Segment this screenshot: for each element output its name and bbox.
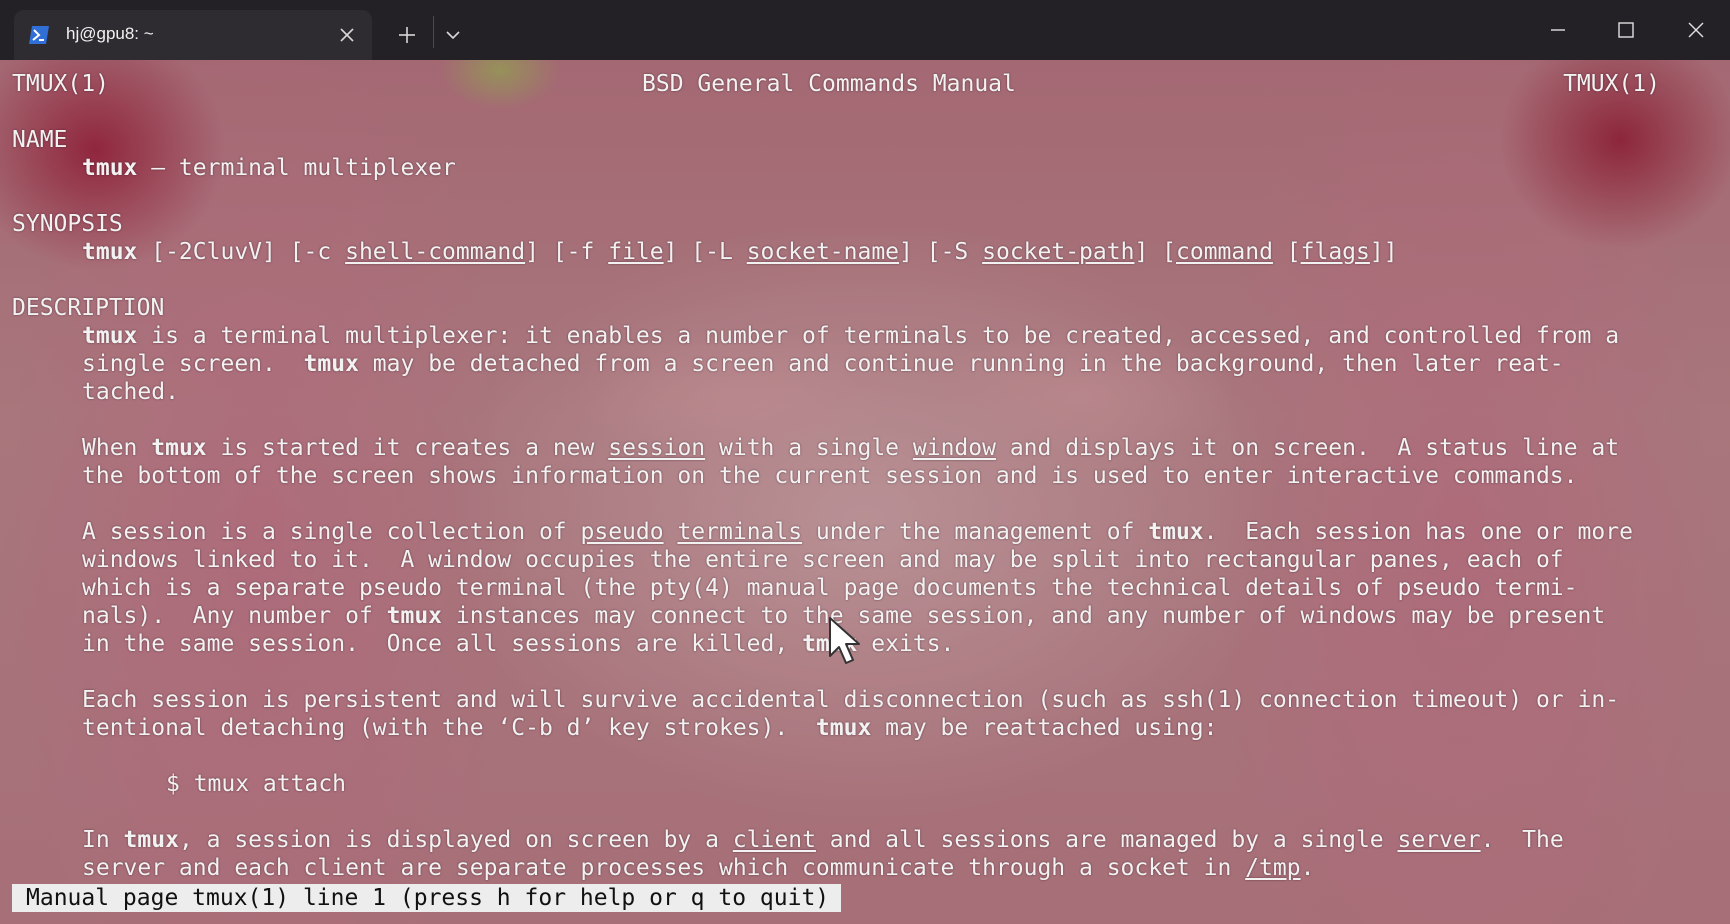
header-right: TMUX(1) xyxy=(1563,71,1660,97)
description-text-line: server and each client are separate proc… xyxy=(82,855,1315,881)
tab-title: hj@gpu8: ~ xyxy=(66,24,154,43)
description-text-line: Each session is persistent and will surv… xyxy=(82,687,1620,713)
mouse-pointer-icon xyxy=(829,617,860,664)
section-name-heading: NAME xyxy=(12,127,68,153)
section-synopsis-heading: SYNOPSIS xyxy=(12,211,123,237)
tab-separator xyxy=(433,16,434,48)
section-description-heading: DESCRIPTION xyxy=(12,295,165,321)
title-bar: hj@gpu8: ~ xyxy=(0,0,1730,60)
description-text-line: single screen. tmux may be detached from… xyxy=(82,351,1564,377)
pager-status-line: Manual page tmux(1) line 1 (press h for … xyxy=(12,884,842,912)
description-text-line: in the same session. Once all sessions a… xyxy=(82,631,955,657)
example-command: $ tmux attach xyxy=(166,771,347,797)
name-line: tmux — terminal multiplexer xyxy=(82,155,456,181)
terminal-output[interactable]: TMUX(1) BSD General Commands Manual TMUX… xyxy=(12,70,1722,882)
description-text-line: A session is a single collection of pseu… xyxy=(82,519,1633,545)
description-text-line: windows linked to it. A window occupies … xyxy=(82,547,1564,573)
new-tab-plus-icon[interactable] xyxy=(392,20,422,50)
description-text-line: In tmux, a session is displayed on scree… xyxy=(82,827,1564,853)
description-text-line: the bottom of the screen shows informati… xyxy=(82,463,1578,489)
description-text-line: which is a separate pseudo terminal (the… xyxy=(82,575,1578,601)
synopsis-line: tmux [-2CluvV] [-c shell-command] [-f fi… xyxy=(82,239,1398,265)
description-text-line: nals). Any number of tmux instances may … xyxy=(82,603,1606,629)
header-left: TMUX(1) xyxy=(12,71,109,97)
powershell-icon xyxy=(29,26,49,44)
terminal-tab[interactable]: hj@gpu8: ~ xyxy=(14,10,372,60)
header-center: BSD General Commands Manual xyxy=(642,71,1016,97)
man-header: TMUX(1) BSD General Commands Manual TMUX… xyxy=(12,70,1722,98)
description-text-line: tentional detaching (with the ‘C-b d’ ke… xyxy=(82,715,1218,741)
description-text-line: tached. xyxy=(82,379,179,405)
description-text-line: tmux is a terminal multiplexer: it enabl… xyxy=(82,323,1620,349)
close-tab-icon[interactable] xyxy=(334,22,360,48)
description-text-line: When tmux is started it creates a new se… xyxy=(82,435,1620,461)
maximize-icon[interactable] xyxy=(1608,14,1644,46)
close-window-icon[interactable] xyxy=(1678,14,1714,46)
minimize-icon[interactable] xyxy=(1540,14,1576,46)
chevron-down-icon[interactable] xyxy=(440,22,466,48)
